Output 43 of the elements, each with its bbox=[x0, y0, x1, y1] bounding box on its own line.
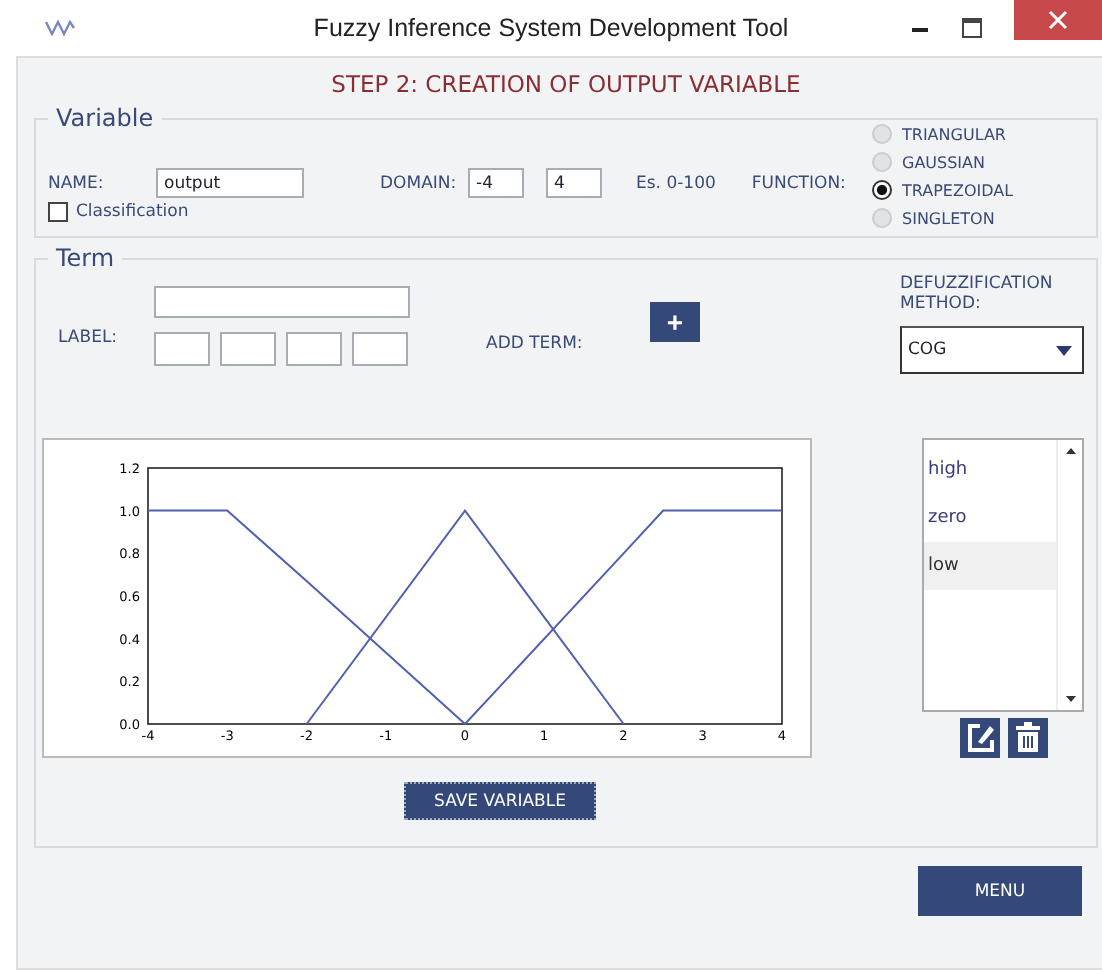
close-button[interactable] bbox=[1014, 0, 1102, 40]
field-label: LABEL: bbox=[58, 328, 120, 348]
radio-label: TRAPEZOIDAL bbox=[902, 181, 1014, 199]
step-heading: STEP 2: CREATION OF OUTPUT VARIABLE bbox=[329, 70, 803, 98]
radio-button[interactable] bbox=[872, 180, 892, 200]
domain-hint: Es. 0-100 bbox=[636, 173, 716, 193]
field-label: DOMAIN: bbox=[380, 173, 459, 193]
term-item[interactable]: low bbox=[924, 542, 1056, 590]
field-label: FUNCTION: bbox=[751, 173, 846, 193]
group-legend: Variable bbox=[48, 104, 162, 132]
scroll-up-icon[interactable] bbox=[1065, 448, 1075, 454]
name-field[interactable]: output bbox=[156, 168, 304, 198]
parameter-field[interactable] bbox=[286, 332, 342, 366]
domain-max-field[interactable]: 4 bbox=[546, 168, 602, 198]
maximize-icon[interactable] bbox=[962, 18, 982, 38]
window-title: Fuzzy Inference System Development Tool bbox=[313, 14, 789, 42]
label-field[interactable] bbox=[154, 286, 410, 318]
term-item[interactable]: high bbox=[924, 446, 1056, 494]
defuzzification-dropdown[interactable]: COG bbox=[900, 326, 1084, 374]
menu-button[interactable]: MENU bbox=[918, 866, 1082, 916]
trash-icon[interactable] bbox=[1007, 718, 1047, 758]
radio-label: TRIANGULAR bbox=[902, 125, 1006, 143]
radio-label: GAUSSIAN bbox=[902, 153, 985, 171]
field-label: ADD TERM: bbox=[486, 334, 585, 354]
parameter-field[interactable] bbox=[352, 332, 408, 366]
group-legend: Term bbox=[48, 244, 123, 272]
scrollbar[interactable] bbox=[1056, 440, 1082, 710]
domain-min-field[interactable]: -4 bbox=[468, 168, 524, 198]
radio-label: SINGLETON bbox=[902, 209, 995, 227]
scroll-down-icon[interactable] bbox=[1065, 696, 1075, 702]
parameter-field[interactable] bbox=[220, 332, 276, 366]
app-logo-icon bbox=[44, 20, 76, 36]
parameter-field[interactable] bbox=[154, 332, 210, 366]
save-variable-button[interactable]: SAVE VARIABLE bbox=[404, 782, 596, 820]
caret-icon bbox=[1056, 345, 1072, 355]
close-icon bbox=[1048, 10, 1068, 30]
classification-checkbox[interactable] bbox=[48, 202, 68, 222]
field-label: NAME: bbox=[48, 173, 106, 193]
checkbox-label: Classification bbox=[76, 202, 189, 222]
add-term-button[interactable]: + bbox=[650, 302, 700, 342]
edit-icon[interactable] bbox=[959, 718, 999, 758]
term-item[interactable]: zero bbox=[924, 494, 1056, 542]
field-label: DEFUZZIFICATION METHOD: bbox=[900, 274, 1055, 314]
